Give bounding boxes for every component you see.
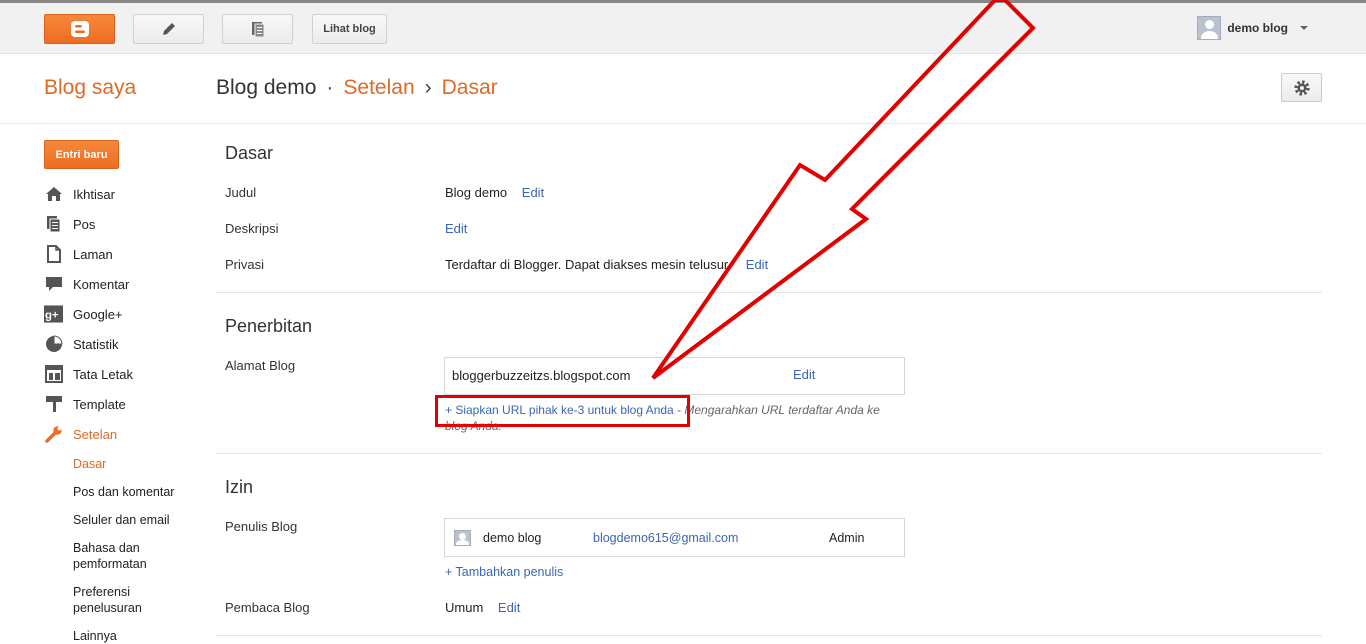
google-plus-icon: g+ [44,305,63,324]
pencil-icon [162,23,175,35]
settings-content: Dasar Judul Blog demo Edit Deskripsi Edi… [215,125,1322,641]
settings-gear-button[interactable] [1281,73,1322,102]
sidebar-item-posts[interactable]: Pos [44,212,95,236]
home-icon [44,185,63,204]
new-post-button[interactable]: Entri baru [44,140,119,169]
section-divider [215,635,1322,636]
sidebar-sub-posts-comments[interactable]: Pos dan komentar [73,484,208,500]
template-icon [44,395,63,414]
posts-list-icon [251,22,264,38]
breadcrumb-blog[interactable]: Blog demo [216,76,316,100]
breadcrumb-separator: › [424,76,432,99]
section-divider [215,453,1322,454]
chevron-down-icon [1300,26,1308,30]
section-title-publishing: Penerbitan [225,316,313,336]
user-menu[interactable]: demo blog [1197,16,1308,40]
author-avatar [454,530,471,546]
stats-icon [44,335,63,354]
sidebar-item-label: Laman [73,246,113,262]
add-author-link[interactable]: + Tambahkan penulis [445,565,563,579]
edit-address-link[interactable]: Edit [793,367,815,382]
description-label: Deskripsi [225,221,279,236]
sidebar-item-label: Tata Letak [73,366,133,382]
sidebar-item-google-plus[interactable]: g+ Google+ [44,302,123,326]
annotation-highlight-box [435,395,690,427]
sidebar-item-layout[interactable]: Tata Letak [44,362,133,386]
blogger-logo-button[interactable] [44,14,115,44]
section-title-basic: Dasar [225,143,274,163]
blog-readers-row: Umum Edit [445,600,520,615]
sidebar-item-label: Setelan [73,426,118,442]
sidebar-item-stats[interactable]: Statistik [44,332,119,356]
sidebar-item-label: Pos [73,216,96,232]
view-blog-label: Lihat blog [323,23,376,35]
breadcrumb-settings[interactable]: Setelan [343,76,414,100]
breadcrumb-separator: · [326,76,334,99]
gear-icon [1293,79,1310,96]
section-title-permissions: Izin [225,477,254,497]
blog-address-box: bloggerbuzzeitzs.blogspot.com Edit [444,357,905,395]
blog-readers-label: Pembaca Blog [225,600,310,615]
sidebar: Entri baru Ikhtisar Pos Laman Komentar g… [0,125,210,644]
author-role[interactable]: Admin [829,531,864,545]
sidebar-item-pages[interactable]: Laman [44,242,113,266]
title-value-row: Blog demo Edit [445,185,544,200]
layout-icon [44,365,63,384]
sidebar-item-label: Komentar [73,276,130,292]
section-divider [215,292,1322,293]
sidebar-sub-other[interactable]: Lainnya [73,628,208,644]
author-email-link[interactable]: blogdemo615@gmail.com [593,531,738,545]
page-header: Blog saya Blog demo · Setelan › Dasar [0,55,1366,124]
my-blogs-link[interactable]: Blog saya [44,76,136,100]
privacy-label: Privasi [225,257,265,272]
pages-icon [44,245,63,264]
blog-readers-value: Umum [445,600,484,615]
privacy-value: Terdaftar di Blogger. Dapat diakses mesi… [445,257,732,272]
edit-description-link[interactable]: Edit [445,221,467,236]
posts-icon [44,215,63,234]
title-label: Judul [225,185,257,200]
edit-privacy-link[interactable]: Edit [746,257,768,272]
sidebar-sub-search-preferences[interactable]: Preferensi penelusuran [73,584,163,616]
sidebar-sub-mobile-email[interactable]: Seluler dan email [73,512,208,528]
edit-title-link[interactable]: Edit [522,185,544,200]
breadcrumb: Blog demo · Setelan › Dasar [216,76,498,100]
description-value-row: Edit [445,221,467,236]
sidebar-item-label: Google+ [73,306,123,322]
avatar [1197,16,1222,40]
privacy-value-row: Terdaftar di Blogger. Dapat diakses mesi… [445,257,768,272]
sidebar-sub-basic[interactable]: Dasar [73,456,208,472]
user-name: demo blog [1227,21,1288,35]
sidebar-sub-language-formatting[interactable]: Bahasa dan pemformatan [73,540,163,572]
sidebar-item-overview[interactable]: Ikhtisar [44,182,115,206]
top-bar: Lihat blog demo blog [0,0,1366,54]
svg-text:g+: g+ [45,310,59,322]
sidebar-item-label: Statistik [73,336,119,352]
new-post-pencil-button[interactable] [133,14,204,44]
blog-authors-label: Penulis Blog [225,519,298,534]
sidebar-item-label: Template [73,396,126,412]
blogger-logo-icon [70,21,89,37]
comment-icon [44,275,63,294]
sidebar-item-comments[interactable]: Komentar [44,272,129,296]
sidebar-item-label: Ikhtisar [73,186,115,202]
author-row: demo blog blogdemo615@gmail.com Admin [444,518,905,557]
author-name: demo blog [483,531,542,545]
title-value: Blog demo [445,185,508,200]
wrench-icon [44,425,63,444]
blog-address-value: bloggerbuzzeitzs.blogspot.com [452,368,631,383]
blog-address-label: Alamat Blog [225,358,296,373]
breadcrumb-basic: Dasar [441,76,498,99]
posts-list-button[interactable] [222,14,293,44]
edit-readers-link[interactable]: Edit [498,600,520,615]
view-blog-button[interactable]: Lihat blog [312,14,387,44]
sidebar-item-settings[interactable]: Setelan [44,422,117,446]
sidebar-item-template[interactable]: Template [44,392,126,416]
